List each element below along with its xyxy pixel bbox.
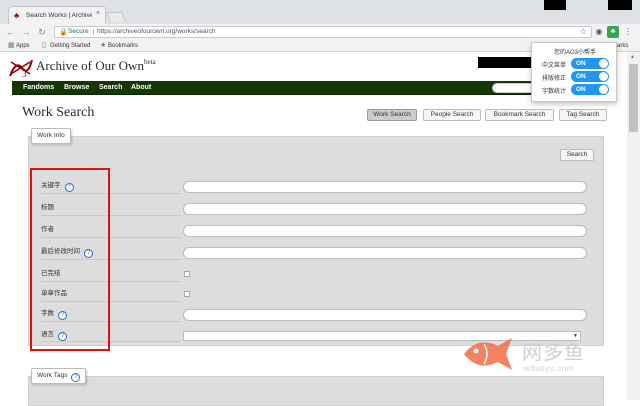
new-tab-button[interactable] [106, 12, 126, 22]
nav-fandoms[interactable]: Fandoms [23, 81, 54, 95]
ao3-helper-popup: 您的AO3小帮手 中文菜单 ON 排版修正 ON 字数统计 ON [531, 42, 617, 102]
tab-work-search[interactable]: Work Search [367, 109, 417, 121]
extension-circle-icon[interactable]: ◉ [593, 26, 605, 38]
lock-icon: 🔒 [59, 29, 68, 36]
address-bar[interactable]: 🔒 Secure https://archiveofourown.org/wor… [54, 26, 592, 38]
star-icon: ★ [100, 42, 107, 49]
toggle-label-word-count: 字数统计 [542, 89, 567, 95]
author-input[interactable] [183, 225, 587, 237]
bookmark-label: Apps [16, 43, 30, 49]
page-title: Work Search [22, 105, 95, 120]
bookmark-getting-started[interactable]: ▯ Getting Started [42, 41, 90, 51]
ao3-helper-extension-icon[interactable]: ♣ [607, 26, 619, 38]
complete-checkbox[interactable] [184, 271, 190, 277]
watermark-url: wduoyu.com [524, 364, 574, 373]
bookmark-bookmarks[interactable]: ★ Bookmarks [100, 41, 138, 51]
scroll-up-icon[interactable]: ▲ [630, 54, 635, 60]
toggle-state: ON [576, 86, 586, 93]
toggle-label-chinese-menu: 中文菜单 [542, 63, 567, 69]
scrollbar-thumb[interactable] [629, 64, 638, 132]
nav-browse[interactable]: Browse [64, 81, 89, 95]
ao3-logo-icon[interactable]: 3 [8, 56, 34, 78]
site-title[interactable]: Archive of Our Own [36, 58, 144, 74]
browser-toolbar: ← → ↻ 🔒 Secure https://archiveofourown.o… [0, 24, 640, 40]
help-icon[interactable]: ? [71, 373, 81, 382]
single-chapter-checkbox[interactable] [184, 291, 190, 297]
date-updated-input[interactable] [183, 247, 587, 259]
toggle-knob [599, 59, 608, 68]
toggle-knob [599, 85, 608, 94]
search-button[interactable]: Search [560, 149, 594, 161]
fish-watermark-icon [464, 338, 512, 370]
page-scrollbar[interactable]: ▲ [627, 52, 640, 400]
svg-text:3: 3 [22, 69, 27, 78]
page-icon: ▯ [42, 42, 46, 49]
word-count-input[interactable] [183, 309, 587, 321]
tab-close-icon[interactable]: × [96, 10, 100, 17]
work-tags-fieldset: Work Tags? [28, 368, 604, 406]
watermark-text: 网多鱼 [522, 340, 585, 364]
primary-navigation: Fandoms Browse Search About [12, 81, 610, 95]
toggle-state: ON [576, 60, 586, 67]
other-bookmarks-truncated[interactable]: arks [617, 41, 628, 51]
url-text[interactable]: https://archiveofourown.org/works/search [97, 27, 216, 37]
keywords-input[interactable] [183, 181, 587, 193]
popup-title: 您的AO3小帮手 [553, 50, 596, 56]
tab-bookmark-search[interactable]: Bookmark Search [485, 109, 554, 121]
forward-arrow-icon[interactable]: → [20, 26, 32, 38]
work-tags-legend: Work Tags? [31, 368, 87, 384]
back-arrow-icon[interactable]: ← [4, 26, 16, 38]
bookmark-label: Getting Started [50, 43, 91, 49]
browser-menu-icon[interactable]: ⋮ [622, 26, 634, 38]
browser-tab[interactable]: ♣ Search Works | Archive o × [8, 6, 106, 24]
chinese-menu-toggle[interactable]: ON [571, 58, 609, 69]
toggle-state: ON [576, 73, 586, 80]
nav-search[interactable]: Search [99, 81, 122, 95]
window-control-redacted [608, 0, 632, 10]
toggle-knob [599, 72, 608, 81]
tab-people-search[interactable]: People Search [423, 109, 481, 121]
redacted-user-area [478, 57, 534, 68]
work-info-legend: Work Info [31, 128, 71, 144]
work-info-fieldset: Work Info Search 关键字? 标题 作者 最后修改时间? 已完结 … [28, 128, 604, 346]
nav-about[interactable]: About [131, 81, 151, 95]
work-tags-legend-text: Work Tags [37, 372, 68, 379]
secure-label: Secure [68, 28, 89, 35]
address-separator [93, 29, 94, 35]
toggle-label-layout-fix: 排版修正 [542, 76, 567, 82]
window-control-redacted [544, 0, 566, 10]
title-input[interactable] [183, 203, 587, 215]
browser-tab-bar: ♣ Search Works | Archive o × [0, 0, 640, 24]
word-count-toggle[interactable]: ON [571, 84, 609, 95]
apps-grid-icon: ▦ [8, 42, 15, 49]
tab-tag-search[interactable]: Tag Search [559, 109, 607, 121]
tab-title: Search Works | Archive o [26, 12, 92, 19]
ao3-favicon-icon: ♣ [14, 11, 20, 20]
reload-icon[interactable]: ↻ [36, 26, 48, 38]
layout-fix-toggle[interactable]: ON [571, 71, 609, 82]
highlight-annotation-box [30, 168, 110, 351]
bookmark-star-icon[interactable]: ☆ [580, 27, 587, 37]
beta-label: beta [144, 58, 156, 66]
bookmark-label: Bookmarks [108, 43, 139, 49]
bookmark-apps[interactable]: ▦Apps [8, 41, 30, 51]
